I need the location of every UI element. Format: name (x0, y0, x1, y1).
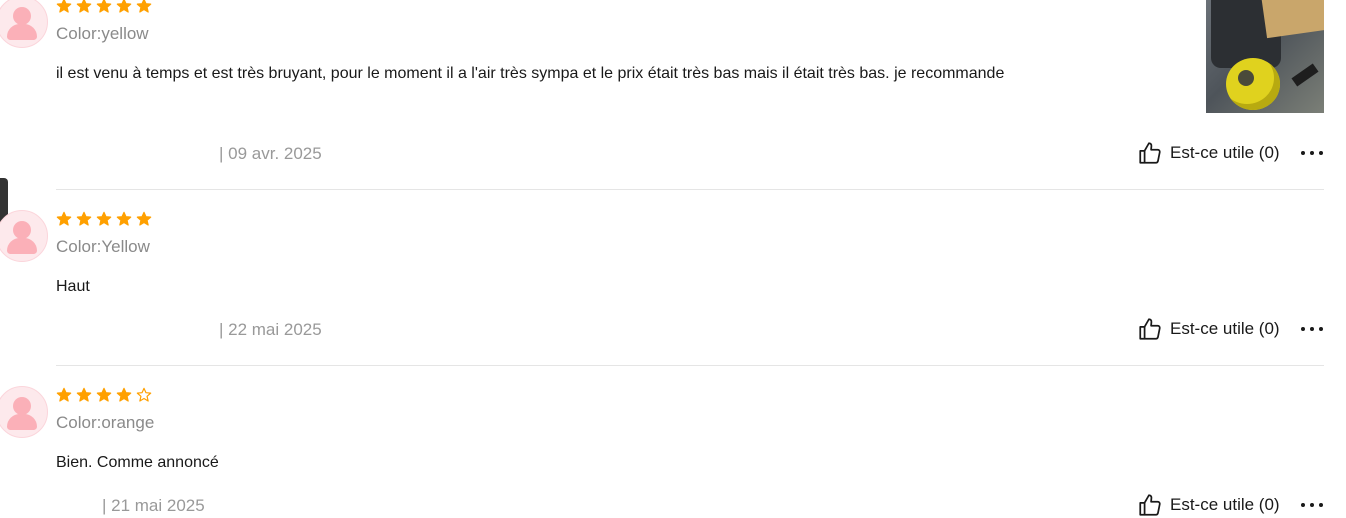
review-photo[interactable] (1206, 0, 1324, 113)
review-text: Bien. Comme annoncé (56, 454, 219, 471)
user-avatar-icon (0, 210, 48, 262)
more-options-button[interactable] (1301, 495, 1323, 515)
helpful-label: Est-ce utile (0) (1170, 319, 1280, 338)
variant-color: Color:Yellow (56, 237, 150, 256)
rating-stars (56, 211, 156, 229)
star-filled-icon (56, 0, 72, 13)
review-date: | 22 mai 2025 (219, 320, 322, 339)
star-filled-icon (56, 387, 72, 402)
rating-stars (56, 387, 156, 405)
variant-color: Color:yellow (56, 24, 149, 43)
helpful-button[interactable]: Est-ce utile (0) (1137, 140, 1280, 166)
review-date: | 09 avr. 2025 (219, 144, 322, 163)
helpful-label: Est-ce utile (0) (1170, 495, 1280, 514)
thumbs-up-icon (1139, 494, 1161, 516)
user-avatar-icon (0, 0, 48, 48)
helpful-button[interactable]: Est-ce utile (0) (1137, 492, 1280, 518)
star-filled-icon (116, 387, 132, 402)
star-filled-icon (76, 0, 92, 13)
star-filled-icon (76, 211, 92, 226)
review-text: il est venu à temps et est très bruyant,… (56, 65, 1005, 82)
more-options-button[interactable] (1301, 143, 1323, 163)
star-filled-icon (56, 211, 72, 226)
user-avatar-icon (0, 386, 48, 438)
helpful-button[interactable]: Est-ce utile (0) (1137, 316, 1280, 342)
review-divider (56, 189, 1324, 190)
star-filled-icon (76, 387, 92, 402)
variant-color: Color:orange (56, 413, 155, 432)
star-filled-icon (136, 0, 152, 13)
star-filled-icon (136, 211, 152, 226)
star-filled-icon (116, 211, 132, 226)
more-options-button[interactable] (1301, 319, 1323, 339)
star-filled-icon (96, 0, 112, 13)
thumbs-up-icon (1139, 318, 1161, 340)
star-outline-icon (136, 387, 152, 402)
review-text: Haut (56, 278, 90, 295)
review-date: | 21 mai 2025 (102, 496, 205, 515)
thumbs-up-icon (1139, 142, 1161, 164)
helpful-label: Est-ce utile (0) (1170, 143, 1280, 162)
rating-stars (56, 0, 156, 16)
review-divider (56, 365, 1324, 366)
star-filled-icon (116, 0, 132, 13)
star-filled-icon (96, 211, 112, 226)
star-filled-icon (96, 387, 112, 402)
